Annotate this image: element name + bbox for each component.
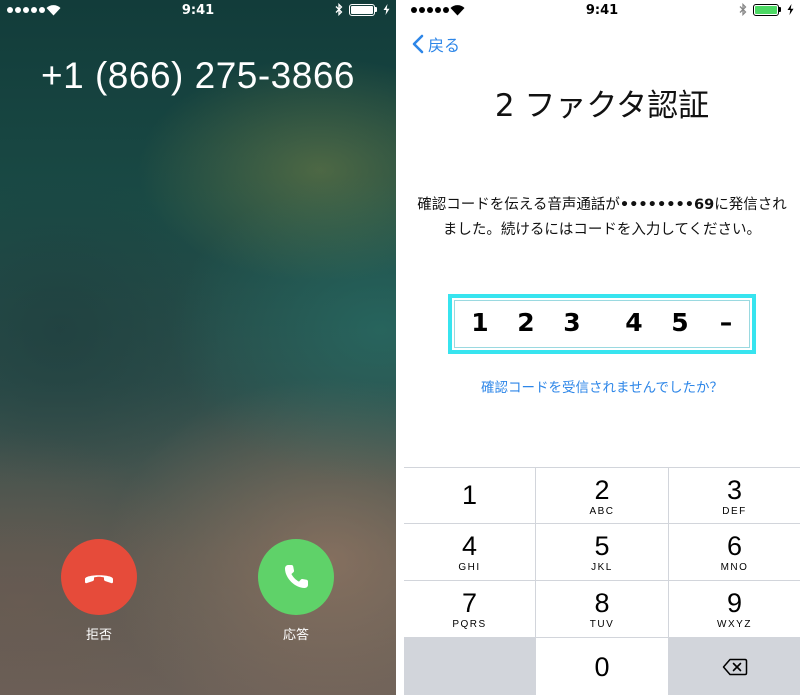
back-label: 戻る (428, 36, 461, 55)
key-4[interactable]: 4 GHI (404, 524, 535, 580)
masked-phone-number: ••••••••69 (619, 197, 715, 213)
keypad-blank-key (404, 638, 535, 695)
instruction-prefix: 確認コードを伝える音声通話が (417, 197, 620, 213)
key-9[interactable]: 9 WXYZ (669, 581, 800, 637)
accept-call-button[interactable] (258, 539, 334, 615)
backspace-icon (722, 658, 747, 675)
screen-divider (396, 0, 404, 695)
code-digit-6: – (719, 308, 733, 337)
battery-icon (349, 3, 377, 16)
key-0[interactable]: 0 (536, 638, 668, 695)
bluetooth-icon (335, 3, 343, 16)
back-button[interactable]: 戻る (412, 32, 460, 56)
hang-up-phone-icon (85, 575, 113, 584)
code-digit-3: 3 (563, 308, 581, 337)
chevron-left-icon (412, 34, 424, 54)
delete-key[interactable] (669, 638, 800, 695)
phone-icon (285, 565, 308, 588)
code-digit-2: 2 (517, 308, 535, 337)
key-7[interactable]: 7 PQRS (404, 581, 535, 637)
charging-bolt-icon (383, 4, 390, 15)
code-not-received-link[interactable]: 確認コードを受信されませんでしたか？ (404, 376, 800, 396)
incoming-call-screen: 9:41 +1 (866) 275-3866 拒否 応答 (0, 0, 396, 695)
key-8[interactable]: 8 TUV (536, 581, 668, 637)
accept-label: 応答 (282, 628, 309, 643)
verification-code-input[interactable]: 1 2 3 4 5 – (448, 294, 756, 354)
two-factor-auth-screen: 9:41 戻る 2 ファクタ認証 確認コードを伝える音声通話が••••••••6… (404, 0, 800, 695)
status-bar: 9:41 (0, 0, 396, 22)
key-6[interactable]: 6 MNO (669, 524, 800, 580)
screenshot-root: 9:41 +1 (866) 275-3866 拒否 応答 9:41 戻る 2 フ… (0, 0, 800, 695)
decline-label: 拒否 (85, 628, 112, 643)
instruction-text: 確認コードを伝える音声通話が••••••••69に発信されました。続けるにはコー… (416, 193, 788, 243)
code-digit-5: 5 (671, 308, 689, 337)
page-title: 2 ファクタ認証 (494, 88, 710, 124)
key-2[interactable]: 2 ABC (536, 468, 668, 523)
numeric-keypad: 1 2 ABC 3 DEF 4 GHI 5 JKL 6 MNO 7 PQRS 8… (404, 467, 800, 695)
battery-icon (753, 3, 781, 16)
status-bar: 9:41 (404, 0, 800, 22)
code-digit-1: 1 (471, 308, 489, 337)
decline-call-button[interactable] (61, 539, 137, 615)
bluetooth-icon (739, 3, 747, 16)
charging-bolt-icon (787, 4, 794, 15)
key-3[interactable]: 3 DEF (669, 468, 800, 523)
caller-phone-number: +1 (866) 275-3866 (41, 55, 355, 96)
code-digit-4: 4 (625, 308, 643, 337)
key-5[interactable]: 5 JKL (536, 524, 668, 580)
key-1[interactable]: 1 (404, 468, 535, 523)
